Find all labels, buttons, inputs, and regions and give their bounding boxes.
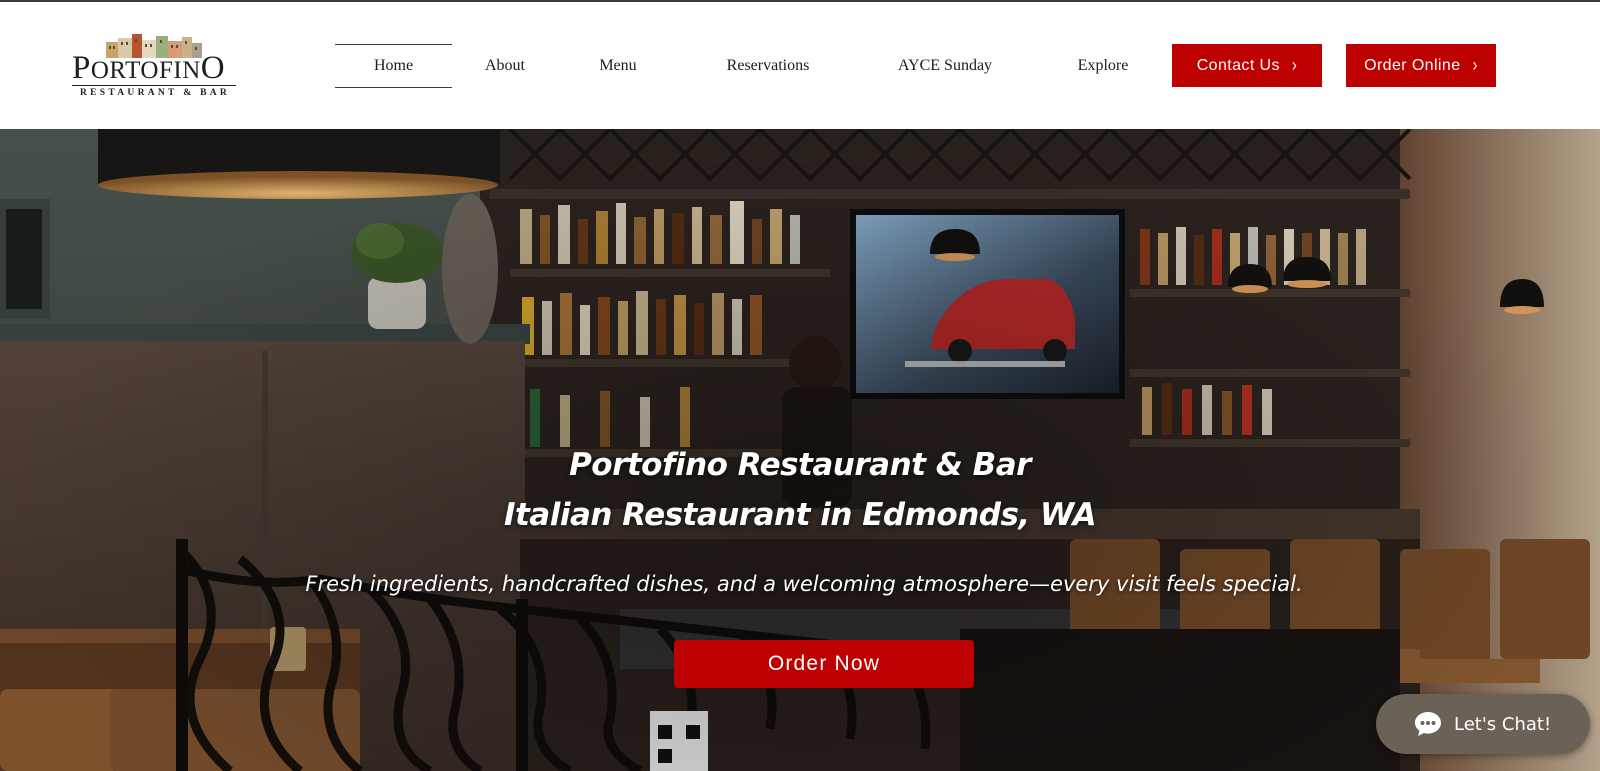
logo-rule xyxy=(72,85,236,86)
site-header: PORTOFINO RESTAURANT & BAR Home About Me… xyxy=(0,2,1600,129)
order-online-button[interactable]: Order Online › xyxy=(1346,44,1496,87)
nav-home[interactable]: Home xyxy=(335,44,452,88)
logo-tagline: RESTAURANT & BAR xyxy=(79,88,231,98)
chat-widget-button[interactable]: Let's Chat! xyxy=(1376,694,1590,754)
nav-about[interactable]: About xyxy=(455,44,555,88)
hero-subtitle: Fresh ingredients, handcrafted dishes, a… xyxy=(305,572,1303,596)
nav-reservations[interactable]: Reservations xyxy=(703,44,833,88)
contact-us-label: Contact Us xyxy=(1196,56,1280,74)
chevron-right-icon: › xyxy=(1291,55,1298,76)
nav-menu[interactable]: Menu xyxy=(568,44,668,88)
order-online-label: Order Online xyxy=(1364,56,1461,74)
contact-us-button[interactable]: Contact Us › xyxy=(1172,44,1322,87)
order-now-button[interactable]: Order Now xyxy=(674,640,974,688)
hero-section: Portofino Restaurant & Bar Italian Resta… xyxy=(0,129,1600,771)
nav-ayce-sunday[interactable]: AYCE Sunday xyxy=(880,44,1010,88)
hero-title-line1: Portofino Restaurant & Bar xyxy=(569,447,1031,483)
chat-label: Let's Chat! xyxy=(1454,713,1552,735)
chevron-right-icon: › xyxy=(1472,55,1478,76)
chat-bubble-icon xyxy=(1415,712,1441,736)
logo-wordmark: PORTOFINO xyxy=(72,50,226,86)
portofino-logo[interactable]: PORTOFINO RESTAURANT & BAR xyxy=(72,30,238,102)
nav-explore[interactable]: Explore xyxy=(1048,44,1158,88)
hero-title-line2: Italian Restaurant in Edmonds, WA xyxy=(503,497,1097,533)
